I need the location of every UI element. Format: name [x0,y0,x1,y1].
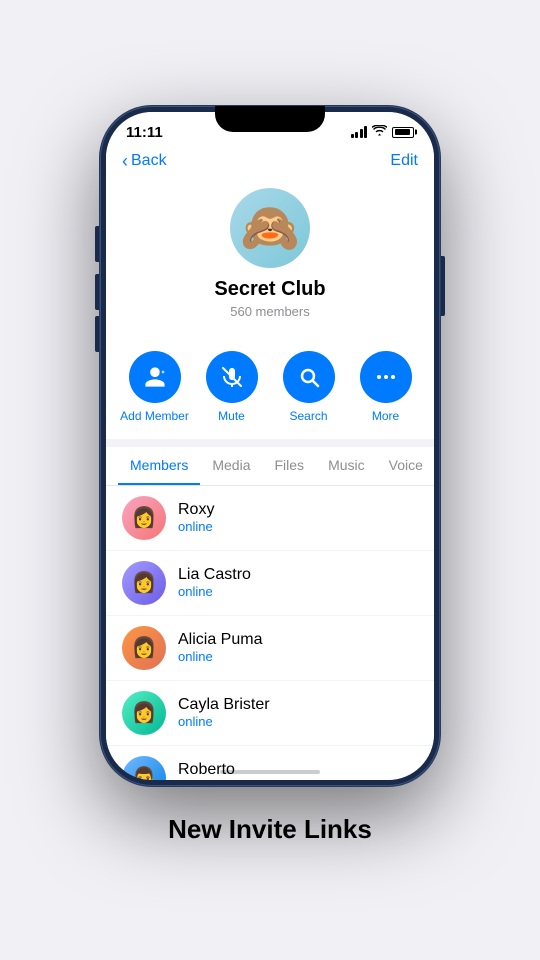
mute-label: Mute [218,409,245,423]
tab-voice[interactable]: Voice [377,447,434,485]
home-indicator [220,770,320,774]
signal-icon [351,126,368,138]
group-avatar: 🙈 [230,188,310,268]
search-button[interactable]: Search [274,351,344,423]
member-avatar-alicia-puma: 👩 [122,626,166,670]
member-status-lia-castro: online [178,584,251,599]
nav-bar: ‹ Back Edit [106,145,434,180]
section-divider [106,439,434,447]
tabs: Members Media Files Music Voice Li... [106,447,434,485]
back-chevron-icon: ‹ [122,151,128,172]
notch [215,106,325,132]
member-status-alicia-puma: online [178,649,262,664]
tab-files[interactable]: Files [263,447,317,485]
battery-icon [392,127,414,138]
member-avatar-roxy: 👩 [122,496,166,540]
member-item-cayla-brister[interactable]: 👩 Cayla Brister online [106,681,434,746]
mute-button[interactable]: Mute [197,351,267,423]
member-info-roxy: Roxy online [178,501,214,534]
back-label: Back [131,152,167,170]
more-icon [360,351,412,403]
member-name-roxy: Roxy [178,501,214,519]
member-info-cayla-brister: Cayla Brister online [178,696,270,729]
page-title: New Invite Links [168,814,372,845]
phone-screen: 11:11 [106,112,434,780]
back-button[interactable]: ‹ Back [122,151,167,172]
tab-members[interactable]: Members [118,447,200,485]
member-status-roxy: online [178,519,214,534]
group-avatar-emoji: 🙈 [240,199,300,256]
add-member-icon [129,351,181,403]
member-info-lia-castro: Lia Castro online [178,566,251,599]
status-time: 11:11 [126,124,163,141]
member-item-roxy[interactable]: 👩 Roxy online [106,486,434,551]
member-status-roberto: online [178,779,235,780]
group-members-count: 560 members [230,304,309,319]
member-name-alicia-puma: Alicia Puma [178,631,262,649]
search-label: Search [289,409,327,423]
member-item-roberto[interactable]: 👨 Roberto online [106,746,434,780]
members-list: 👩 Roxy online 👩 Lia Castro online 👩 Alic… [106,486,434,780]
group-info: 🙈 Secret Club 560 members [106,180,434,335]
member-item-lia-castro[interactable]: 👩 Lia Castro online [106,551,434,616]
member-item-alicia-puma[interactable]: 👩 Alicia Puma online [106,616,434,681]
member-name-lia-castro: Lia Castro [178,566,251,584]
member-avatar-lia-castro: 👩 [122,561,166,605]
add-member-label: Add Member [120,409,189,423]
member-name-cayla-brister: Cayla Brister [178,696,270,714]
group-name: Secret Club [214,278,325,301]
member-avatar-roberto: 👨 [122,756,166,780]
tab-music[interactable]: Music [316,447,377,485]
tabs-container: Members Media Files Music Voice Li... [106,447,434,486]
member-status-cayla-brister: online [178,714,270,729]
member-info-alicia-puma: Alicia Puma online [178,631,262,664]
wifi-icon [372,125,387,139]
status-icons [351,125,415,139]
mute-icon [206,351,258,403]
tab-media[interactable]: Media [200,447,262,485]
edit-button[interactable]: Edit [390,152,418,170]
search-action-icon [283,351,335,403]
more-button[interactable]: More [351,351,421,423]
action-buttons: Add Member Mute [106,335,434,439]
add-member-button[interactable]: Add Member [120,351,190,423]
phone-frame: 11:11 [100,106,440,786]
member-avatar-cayla-brister: 👩 [122,691,166,735]
more-label: More [372,409,399,423]
